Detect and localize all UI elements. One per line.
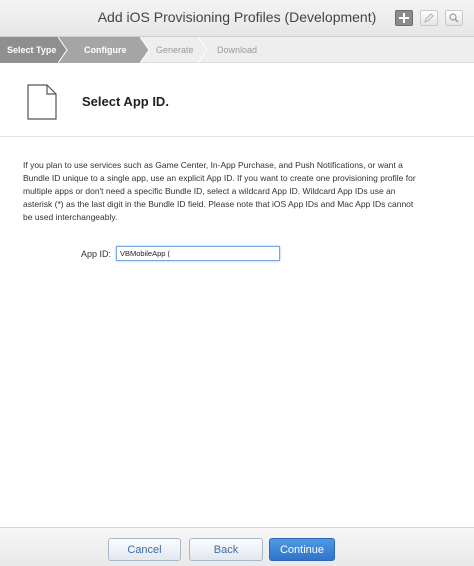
cancel-button[interactable]: Cancel (108, 538, 181, 561)
divider (0, 136, 474, 137)
step-separator (198, 37, 208, 63)
plus-icon (399, 13, 409, 23)
step-generate: Generate (156, 45, 194, 55)
app-id-select[interactable] (116, 246, 280, 261)
add-button[interactable] (395, 10, 413, 26)
back-button[interactable]: Back (189, 538, 263, 561)
description-text: If you plan to use services such as Game… (23, 160, 416, 222)
magnifier-icon (449, 13, 459, 23)
step-separator (140, 37, 150, 63)
step-configure: Configure (84, 45, 127, 55)
step-separator (58, 37, 68, 63)
title-bar: Add iOS Provisioning Profiles (Developme… (0, 0, 474, 37)
pencil-icon (424, 13, 434, 23)
step-download: Download (217, 45, 258, 55)
continue-button[interactable]: Continue (269, 538, 335, 561)
section-title: Select App ID. (82, 94, 169, 109)
step-select-type: Select Type (7, 45, 57, 55)
search-button[interactable] (445, 10, 463, 26)
app-id-label: App ID: (81, 249, 112, 259)
steps-bar: Select Type Configure Generate Download (0, 37, 474, 63)
document-icon (27, 84, 57, 120)
edit-button[interactable] (420, 10, 438, 26)
